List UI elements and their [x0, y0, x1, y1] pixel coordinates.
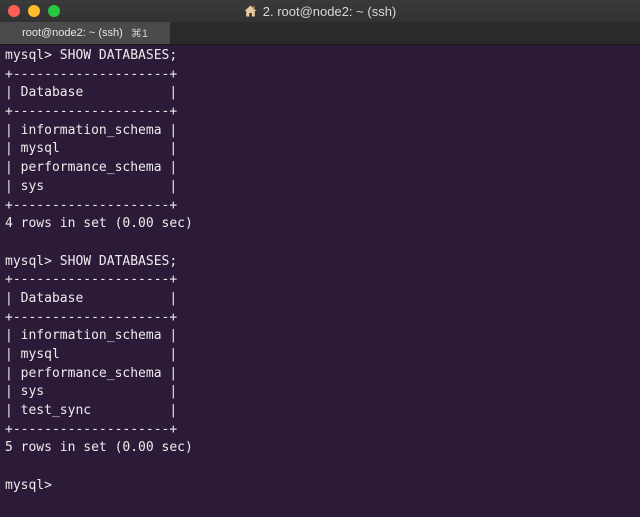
- terminal-line: +--------------------+: [5, 421, 178, 437]
- terminal-line: | performance_schema |: [5, 160, 178, 176]
- terminal-line: mysql> SHOW DATABASES;: [5, 253, 178, 269]
- title-bar[interactable]: 2. root@node2: ~ (ssh): [0, 0, 640, 22]
- home-icon: [244, 5, 257, 17]
- terminal-line: +--------------------+: [5, 66, 178, 82]
- terminal-line: +--------------------+: [5, 197, 178, 213]
- terminal-output[interactable]: mysql> SHOW DATABASES; +----------------…: [0, 45, 640, 517]
- terminal-line: +--------------------+: [5, 272, 178, 288]
- terminal-line: 5 rows in set (0.00 sec): [5, 440, 193, 456]
- terminal-line: | information_schema |: [5, 122, 178, 138]
- tab-label: root@node2: ~ (ssh): [22, 27, 123, 39]
- minimize-button[interactable]: [28, 5, 40, 17]
- terminal-line: | mysql |: [5, 347, 178, 362]
- terminal-line: 4 rows in set (0.00 sec): [5, 216, 193, 232]
- terminal-window: 2. root@node2: ~ (ssh) root@node2: ~ (ss…: [0, 0, 640, 517]
- terminal-line: | mysql |: [5, 141, 178, 157]
- tab-shortcut: ⌘1: [130, 27, 148, 40]
- terminal-line: | test_sync |: [5, 403, 178, 419]
- tab-ssh-session[interactable]: root@node2: ~ (ssh) ⌘1: [0, 22, 170, 44]
- terminal-line: +--------------------+: [5, 309, 178, 325]
- terminal-line: +--------------------+: [5, 104, 178, 120]
- close-button[interactable]: [8, 5, 20, 17]
- window-title-group: 2. root@node2: ~ (ssh): [244, 3, 397, 19]
- terminal-line: mysql> SHOW DATABASES;: [5, 48, 178, 63]
- terminal-line: | sys |: [5, 178, 178, 194]
- terminal-line: | sys |: [5, 384, 178, 400]
- zoom-button[interactable]: [48, 5, 60, 17]
- terminal-prompt-line[interactable]: mysql>: [5, 477, 640, 496]
- tab-bar: root@node2: ~ (ssh) ⌘1: [0, 22, 640, 45]
- window-title: 2. root@node2: ~ (ssh): [262, 3, 397, 19]
- terminal-line: | information_schema |: [5, 328, 178, 344]
- terminal-line: | Database |: [5, 85, 178, 101]
- terminal-line: | Database |: [5, 290, 178, 306]
- terminal-line: | performance_schema |: [5, 365, 178, 381]
